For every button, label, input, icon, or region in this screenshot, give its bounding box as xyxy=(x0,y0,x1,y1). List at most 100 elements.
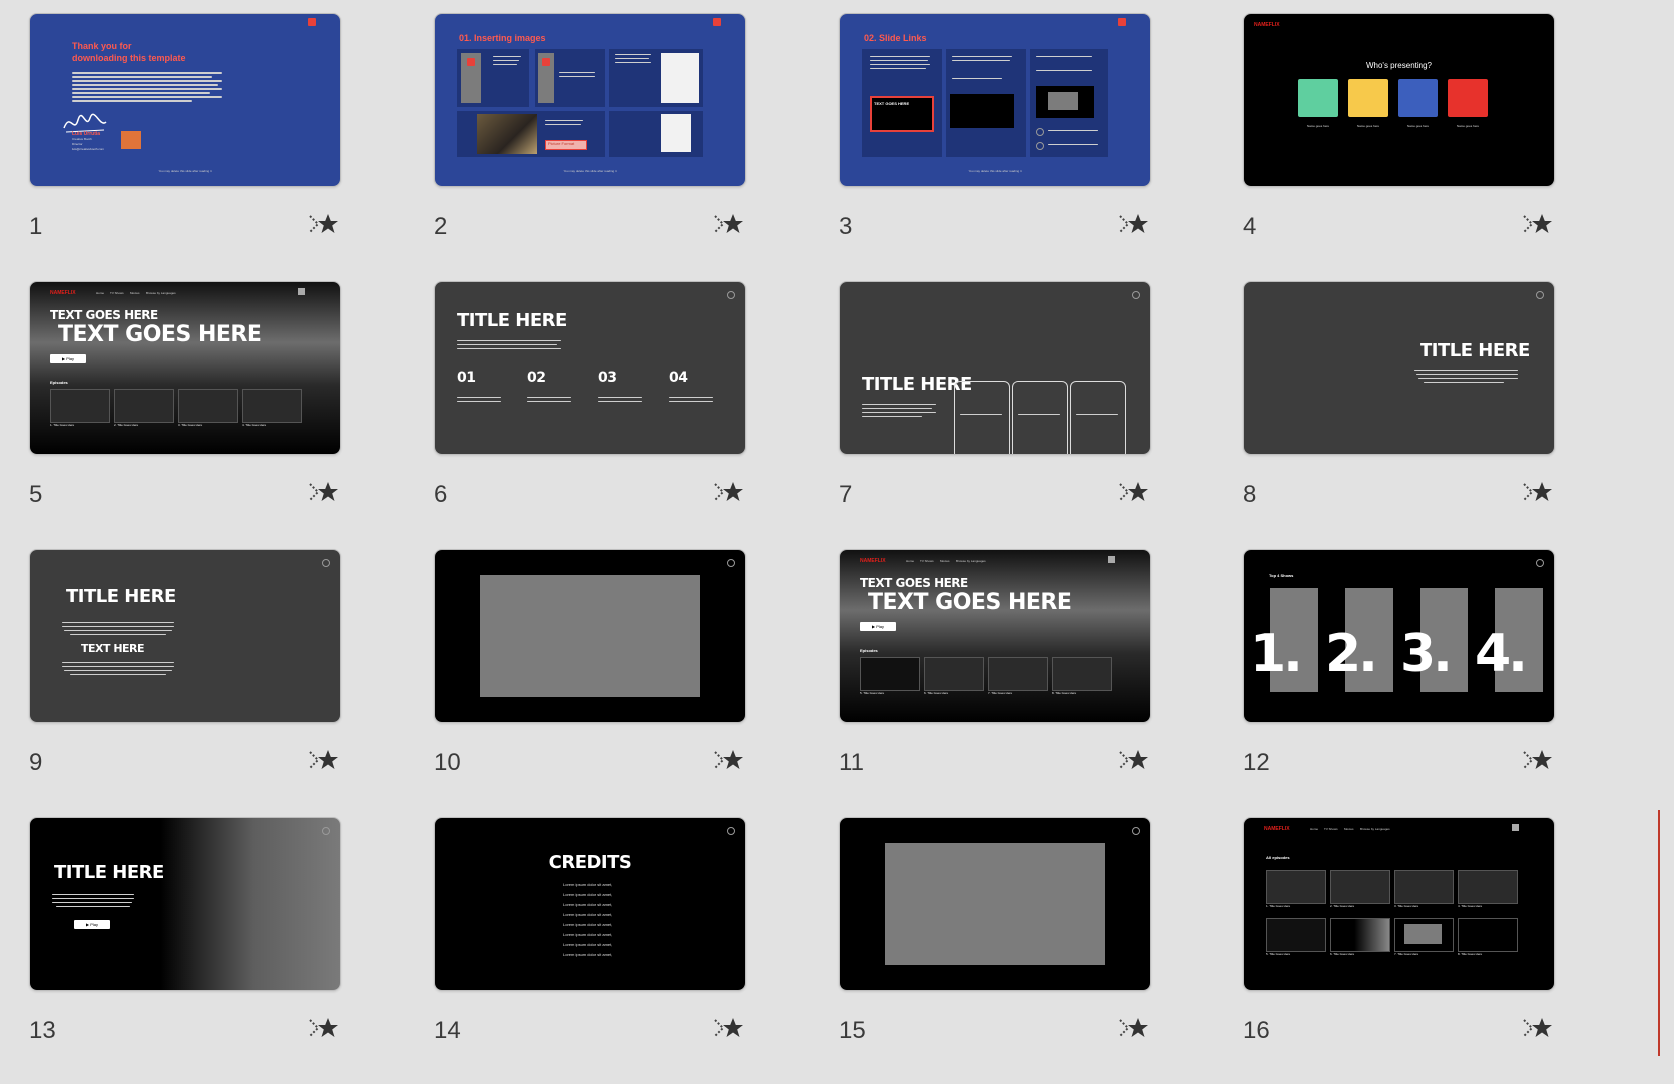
slide-heading: 02. Slide Links xyxy=(864,33,927,43)
slide-number: 10 xyxy=(434,749,461,776)
slide-5[interactable]: NAMEFLIX Home TV Shows Movies Browse by … xyxy=(29,281,341,521)
slide-12[interactable]: Top 4 Shows 1. 2. 3. 4. 12 xyxy=(1243,549,1555,789)
slide-12-thumbnail[interactable]: Top 4 Shows 1. 2. 3. 4. xyxy=(1243,549,1555,723)
nav-item: TV Shows xyxy=(110,291,124,295)
nav-item: Movies xyxy=(1344,827,1354,831)
episode-title: 3. Title Goes Here xyxy=(178,423,203,427)
slide-number: 2 xyxy=(434,213,448,240)
slide-7[interactable]: TITLE HERE 7 xyxy=(839,281,1151,521)
credit-line: Lorem ipsum dolor sit amet, xyxy=(563,912,613,917)
episode-title: 2. Title Goes Here xyxy=(1330,904,1355,908)
transition-star-icon[interactable] xyxy=(714,211,746,239)
transition-star-icon[interactable] xyxy=(714,747,746,775)
back-arrow-icon xyxy=(1132,291,1140,299)
slide-3-thumbnail[interactable]: 02. Slide Links TEXT GOES HERE You may d… xyxy=(839,13,1151,187)
episode-title: 4. Title Goes Here xyxy=(1458,904,1483,908)
transition-star-icon[interactable] xyxy=(1523,211,1555,239)
slide-4[interactable]: NAMEFLIX Who's presenting? Name goes her… xyxy=(1243,13,1555,253)
back-arrow-icon xyxy=(727,291,735,299)
rank-number: 1. xyxy=(1250,624,1303,684)
slide-8[interactable]: TITLE HERE 8 xyxy=(1243,281,1555,521)
slide-9[interactable]: TITLE HERE TEXT HERE 9 xyxy=(29,549,341,789)
slide-9-thumbnail[interactable]: TITLE HERE TEXT HERE xyxy=(29,549,341,723)
nav-item: Browse by Languages xyxy=(956,559,986,563)
rank-number: 2. xyxy=(1325,624,1378,684)
transition-star-icon[interactable] xyxy=(1523,479,1555,507)
slide-11[interactable]: NAMEFLIX Home TV Shows Movies Browse by … xyxy=(839,549,1151,789)
author-role-2: Director xyxy=(72,142,83,146)
profile-name: Name goes here xyxy=(1456,124,1480,128)
red-badge-icon xyxy=(713,18,721,26)
brand-logo: NAMEFLIX xyxy=(1254,22,1280,28)
transition-star-icon[interactable] xyxy=(309,479,341,507)
slide-2[interactable]: 01. Inserting images Picture Format You … xyxy=(434,13,746,253)
slide-number: 16 xyxy=(1243,1017,1270,1044)
slide-sorter-grid: Thank you for downloading this template … xyxy=(0,0,1674,1084)
episodes-label: Episodes xyxy=(860,648,878,653)
slide-5-thumbnail[interactable]: NAMEFLIX Home TV Shows Movies Browse by … xyxy=(29,281,341,455)
transition-star-icon[interactable] xyxy=(1119,479,1151,507)
brand-logo: NAMEFLIX xyxy=(860,558,886,564)
slide-number: 9 xyxy=(29,749,43,776)
cover-text: TEXT GOES HERE xyxy=(874,101,910,106)
slide-14-thumbnail[interactable]: CREDITS Lorem ipsum dolor sit amet, Lore… xyxy=(434,817,746,991)
transition-star-icon[interactable] xyxy=(714,479,746,507)
slide-15[interactable]: 15 xyxy=(839,817,1151,1057)
slide-number: 5 xyxy=(29,481,43,508)
column-number: 03 xyxy=(598,370,617,386)
credit-line: Lorem ipsum dolor sit amet, xyxy=(563,952,613,957)
slide-10[interactable]: 10 xyxy=(434,549,746,789)
transition-star-icon[interactable] xyxy=(1119,211,1151,239)
slide-title: TITLE HERE xyxy=(66,586,176,607)
slide-number: 12 xyxy=(1243,749,1270,776)
slide-13-thumbnail[interactable]: TITLE HERE ▶ Play xyxy=(29,817,341,991)
slide-3[interactable]: 02. Slide Links TEXT GOES HERE You may d… xyxy=(839,13,1151,253)
red-badge-icon xyxy=(308,18,316,26)
rank-number: 4. xyxy=(1475,624,1528,684)
slide-title: TITLE HERE xyxy=(54,862,164,883)
hero-small-title: TEXT GOES HERE xyxy=(860,576,968,590)
slide-number: 3 xyxy=(839,213,853,240)
slide-13[interactable]: TITLE HERE ▶ Play 13 xyxy=(29,817,341,1057)
nav-item: Home xyxy=(1310,827,1319,831)
nav-item: Browse by Languages xyxy=(146,291,176,295)
slide-6[interactable]: TITLE HERE 01 02 03 04 6 xyxy=(434,281,746,521)
episode-title: 6. Title Goes Here xyxy=(924,691,949,695)
transition-star-icon[interactable] xyxy=(309,747,341,775)
credit-line: Lorem ipsum dolor sit amet, xyxy=(563,902,613,907)
episode-title: 2. Title Goes Here xyxy=(114,423,139,427)
transition-star-icon[interactable] xyxy=(1523,1015,1555,1043)
slide-14[interactable]: CREDITS Lorem ipsum dolor sit amet, Lore… xyxy=(434,817,746,1057)
slide-2-thumbnail[interactable]: 01. Inserting images Picture Format You … xyxy=(434,13,746,187)
episode-title: 1. Title Goes Here xyxy=(1266,904,1291,908)
slide-title: TITLE HERE xyxy=(457,310,567,331)
episode-title: 7. Title Goes Here xyxy=(1394,952,1419,956)
slide-7-thumbnail[interactable]: TITLE HERE xyxy=(839,281,1151,455)
slide-1[interactable]: Thank you for downloading this template … xyxy=(29,13,341,253)
all-episodes-label: All episodes xyxy=(1266,855,1290,860)
slide-4-thumbnail[interactable]: NAMEFLIX Who's presenting? Name goes her… xyxy=(1243,13,1555,187)
slide-16-thumbnail[interactable]: NAMEFLIX Home TV Shows Movies Browse by … xyxy=(1243,817,1555,991)
slide-15-thumbnail[interactable] xyxy=(839,817,1151,991)
back-arrow-icon xyxy=(727,827,735,835)
slide-11-thumbnail[interactable]: NAMEFLIX Home TV Shows Movies Browse by … xyxy=(839,549,1151,723)
slide-8-thumbnail[interactable]: TITLE HERE xyxy=(1243,281,1555,455)
transition-star-icon[interactable] xyxy=(309,211,341,239)
back-arrow-icon xyxy=(1132,827,1140,835)
slide-number: 11 xyxy=(839,749,864,776)
transition-star-icon[interactable] xyxy=(1523,747,1555,775)
transition-star-icon[interactable] xyxy=(1119,747,1151,775)
transition-star-icon[interactable] xyxy=(1119,1015,1151,1043)
episode-title: 4. Title Goes Here xyxy=(242,423,267,427)
nav-item: Home xyxy=(96,291,105,295)
slide-6-thumbnail[interactable]: TITLE HERE 01 02 03 04 xyxy=(434,281,746,455)
image-placeholder xyxy=(480,575,700,697)
back-arrow-icon xyxy=(1536,559,1544,567)
transition-star-icon[interactable] xyxy=(714,1015,746,1043)
slide-1-thumbnail[interactable]: Thank you for downloading this template … xyxy=(29,13,341,187)
slide-16[interactable]: NAMEFLIX Home TV Shows Movies Browse by … xyxy=(1243,817,1555,1057)
episode-title: 5. Title Goes Here xyxy=(1266,952,1291,956)
slide-10-thumbnail[interactable] xyxy=(434,549,746,723)
credit-line: Lorem ipsum dolor sit amet, xyxy=(563,892,613,897)
transition-star-icon[interactable] xyxy=(309,1015,341,1043)
